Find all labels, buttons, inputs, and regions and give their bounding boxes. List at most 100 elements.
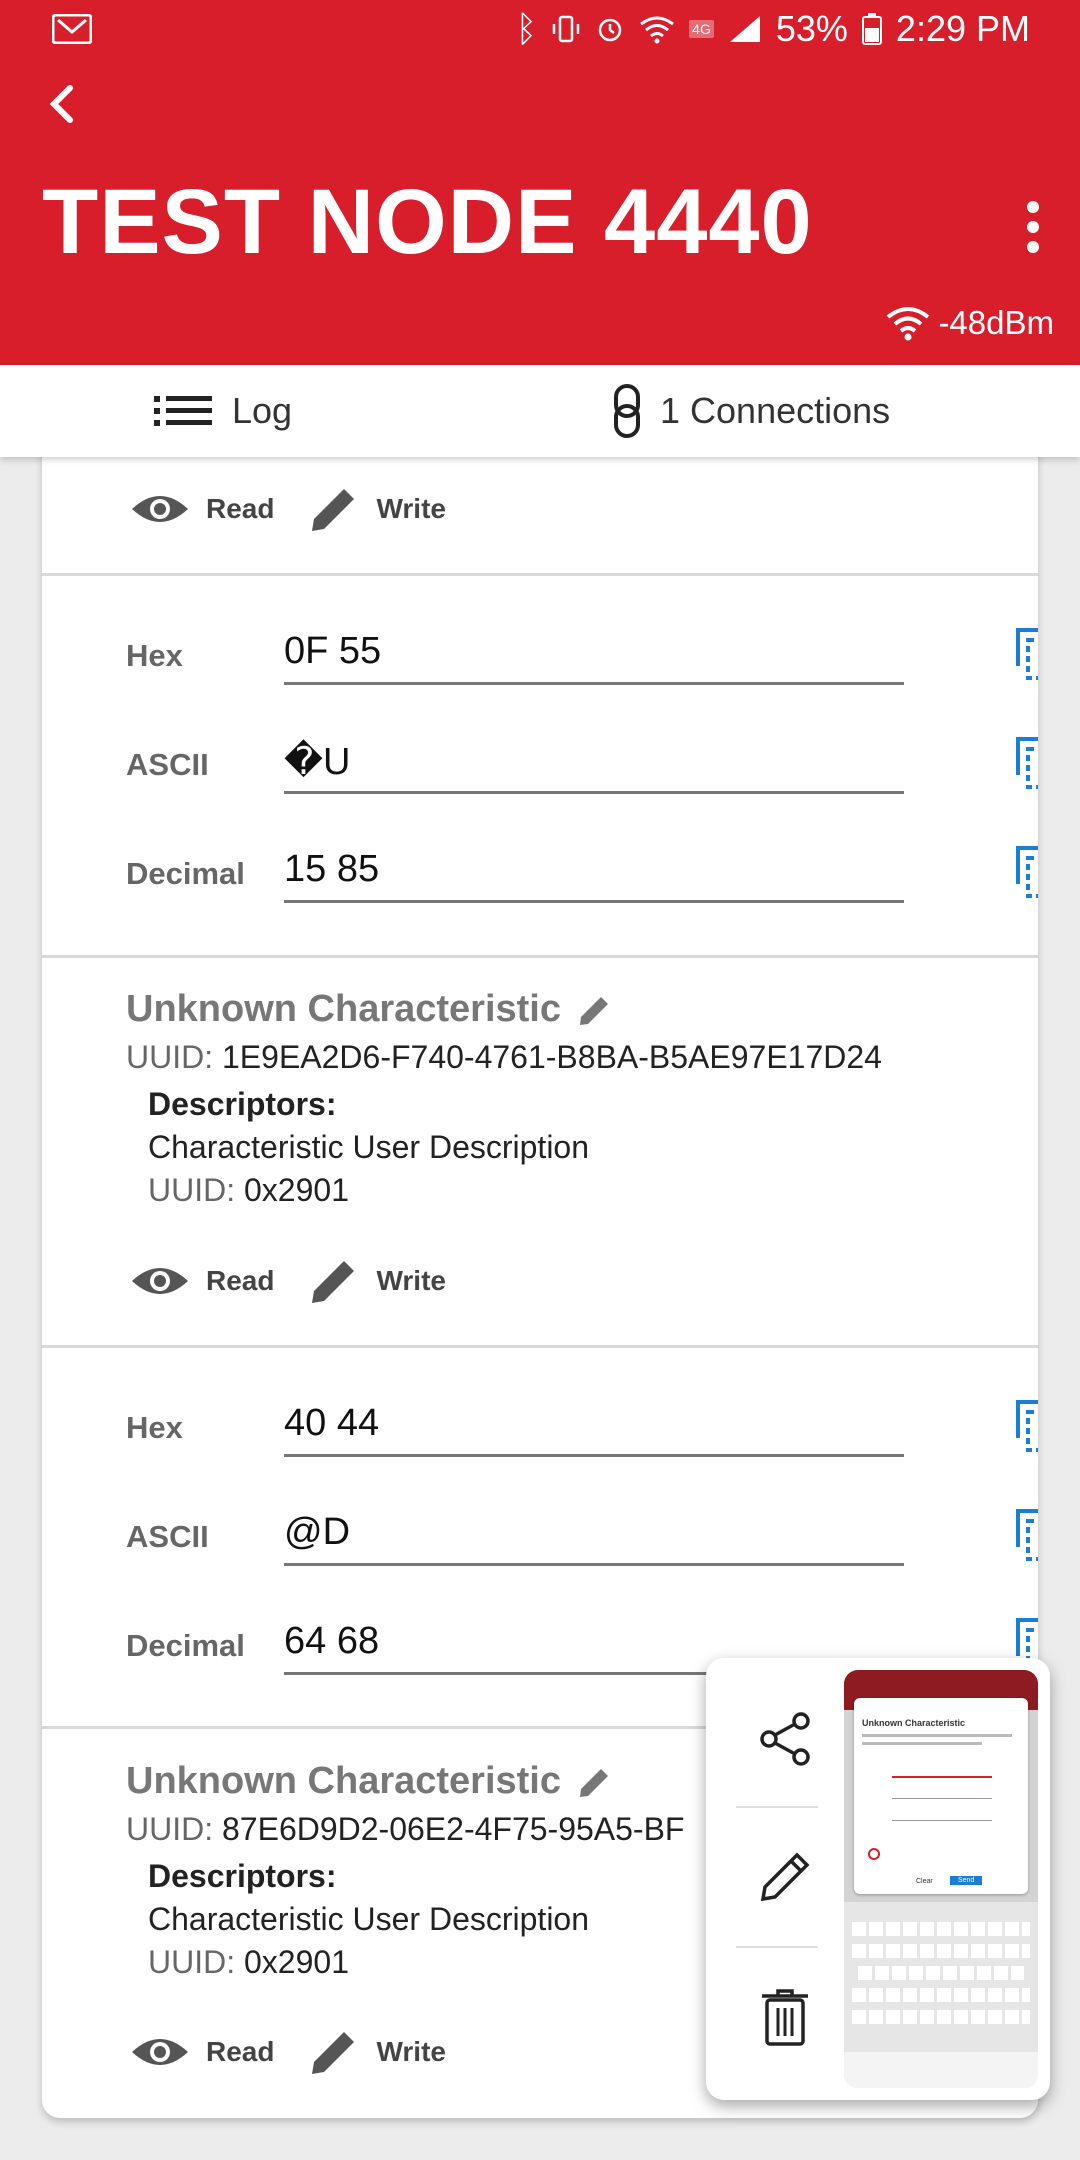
characteristic-actions: Read Write bbox=[130, 1251, 446, 1311]
thumbnail-line bbox=[862, 1734, 1012, 1737]
ascii-label: ASCII bbox=[126, 1519, 209, 1554]
tab-connections[interactable]: 1 Connections bbox=[612, 365, 890, 457]
thumbnail-dialog: Unknown Characteristic Clear Send bbox=[854, 1698, 1028, 1894]
wifi-status-icon bbox=[640, 16, 675, 44]
edit-screenshot-button[interactable] bbox=[732, 1822, 838, 1932]
pencil-icon bbox=[312, 485, 358, 531]
thumbnail-field bbox=[892, 1798, 992, 1799]
copy-icon[interactable] bbox=[1014, 626, 1038, 682]
copy-icon[interactable] bbox=[1014, 735, 1038, 791]
rssi-indicator: -48dBm bbox=[886, 304, 1054, 342]
hex-label: Hex bbox=[126, 1410, 183, 1445]
ascii-row: ASCII @D bbox=[126, 1505, 1038, 1575]
gmail-notification-icon bbox=[52, 14, 92, 44]
write-button[interactable]: Write bbox=[308, 2026, 446, 2078]
thumbnail-key-row bbox=[852, 1988, 1030, 2002]
screenshot-thumbnail[interactable]: Unknown Characteristic Clear Send bbox=[844, 1670, 1038, 2088]
descriptors-heading: Descriptors: bbox=[148, 1086, 337, 1122]
eye-icon bbox=[132, 1268, 188, 1294]
tab-connections-label: 1 Connections bbox=[660, 390, 891, 431]
write-button[interactable]: Write bbox=[308, 1255, 446, 1307]
characteristic-actions: Read Write bbox=[130, 479, 446, 539]
delete-screenshot-button[interactable] bbox=[732, 1962, 838, 2072]
descriptor-uuid-label: UUID: bbox=[148, 1172, 236, 1208]
popup-divider bbox=[736, 1806, 818, 1808]
descriptor-uuid: UUID: 0x2901 bbox=[148, 1172, 1026, 1209]
write-label: Write bbox=[376, 1265, 446, 1296]
characteristic-name-text: Unknown Characteristic bbox=[126, 988, 561, 1030]
copy-icon[interactable] bbox=[1014, 844, 1038, 900]
thumbnail-field bbox=[892, 1776, 992, 1778]
characteristic-uuid: UUID: 1E9EA2D6-F740-4761-B8BA-B5AE97E17D… bbox=[126, 1039, 1026, 1076]
share-icon bbox=[760, 1712, 810, 1766]
pencil-icon bbox=[312, 2028, 358, 2074]
trash-icon bbox=[762, 1989, 808, 2046]
thumbnail-send: Send bbox=[950, 1876, 983, 1885]
battery-icon bbox=[861, 13, 882, 45]
edit-name-icon[interactable] bbox=[577, 992, 613, 1028]
edit-name-icon[interactable] bbox=[577, 1764, 613, 1800]
tab-bar: Log 1 Connections bbox=[0, 365, 1080, 457]
decimal-label: Decimal bbox=[126, 1628, 245, 1663]
list-icon bbox=[154, 396, 212, 426]
divider bbox=[42, 1345, 1038, 1348]
vibrate-icon bbox=[552, 15, 580, 43]
thumbnail-key-row bbox=[852, 1922, 1030, 1936]
status-bar: ᛒ 4G 53% 2:29 PM bbox=[0, 0, 1080, 64]
hex-label: Hex bbox=[126, 638, 183, 673]
rssi-value: -48dBm bbox=[938, 304, 1054, 341]
write-label: Write bbox=[376, 2036, 446, 2067]
read-button[interactable]: Read bbox=[130, 2032, 274, 2072]
uuid-value: 1E9EA2D6-F740-4761-B8BA-B5AE97E17D24 bbox=[222, 1039, 882, 1075]
thumbnail-navbar bbox=[844, 2052, 1038, 2088]
thumbnail-line bbox=[862, 1742, 982, 1745]
descriptor-uuid-label: UUID: bbox=[148, 1944, 236, 1980]
decimal-label: Decimal bbox=[126, 856, 245, 891]
descriptor-uuid-value: 0x2901 bbox=[244, 1944, 349, 1980]
write-label: Write bbox=[376, 493, 446, 524]
thumbnail-key-row bbox=[852, 1944, 1030, 1958]
cell-signal-icon bbox=[729, 16, 760, 42]
descriptor-name: Characteristic User Description bbox=[148, 1129, 590, 1165]
clock: 2:29 PM bbox=[895, 8, 1030, 49]
read-label: Read bbox=[206, 1265, 275, 1296]
hex-field[interactable]: 40 44 bbox=[284, 1402, 904, 1457]
copy-icon[interactable] bbox=[1014, 1398, 1038, 1454]
decimal-field[interactable]: 15 85 bbox=[284, 848, 904, 903]
descriptor-uuid-value: 0x2901 bbox=[244, 1172, 349, 1208]
thumbnail-clear: Clear bbox=[916, 1878, 933, 1885]
ascii-label: ASCII bbox=[126, 747, 209, 782]
popup-divider bbox=[736, 1946, 818, 1948]
thumbnail-radio bbox=[868, 1848, 880, 1860]
read-button[interactable]: Read bbox=[130, 1261, 274, 1301]
share-button[interactable] bbox=[732, 1684, 838, 1794]
ascii-field[interactable]: @D bbox=[284, 1511, 904, 1566]
characteristic-name[interactable]: Unknown Characteristic bbox=[126, 988, 1026, 1031]
battery-percent: 53% bbox=[775, 8, 848, 49]
hex-row: Hex 40 44 bbox=[126, 1396, 1038, 1466]
characteristic-actions: Read Write bbox=[130, 2022, 446, 2082]
write-button[interactable]: Write bbox=[308, 483, 446, 535]
network-type-badge: 4G bbox=[689, 20, 714, 38]
uuid-value: 87E6D9D2-06E2-4F75-95A5-BF bbox=[222, 1811, 685, 1847]
ascii-field[interactable]: �U bbox=[284, 739, 904, 794]
back-arrow-icon[interactable] bbox=[40, 80, 88, 128]
link-icon bbox=[614, 384, 640, 438]
thumbnail-title: Unknown Characteristic bbox=[862, 1718, 966, 1728]
page-title: TEST NODE 4440 bbox=[42, 171, 813, 273]
divider bbox=[42, 955, 1038, 958]
hex-field[interactable]: 0F 55 bbox=[284, 630, 904, 685]
read-label: Read bbox=[206, 493, 275, 524]
app-bar: ᛒ 4G 53% 2:29 PM TEST NODE 4440 -48dBm bbox=[0, 0, 1080, 365]
tab-log[interactable]: Log bbox=[154, 365, 292, 457]
hex-row: Hex 0F 55 bbox=[126, 624, 1038, 694]
tab-log-label: Log bbox=[232, 390, 293, 431]
wifi-signal-icon bbox=[887, 307, 930, 341]
eye-icon bbox=[132, 496, 188, 522]
copy-icon[interactable] bbox=[1014, 1507, 1038, 1563]
uuid-label: UUID: bbox=[126, 1039, 214, 1075]
pencil-icon bbox=[312, 1257, 358, 1303]
pencil-outline-icon bbox=[760, 1852, 810, 1902]
read-button[interactable]: Read bbox=[130, 489, 274, 529]
more-options-icon[interactable] bbox=[1026, 200, 1040, 254]
